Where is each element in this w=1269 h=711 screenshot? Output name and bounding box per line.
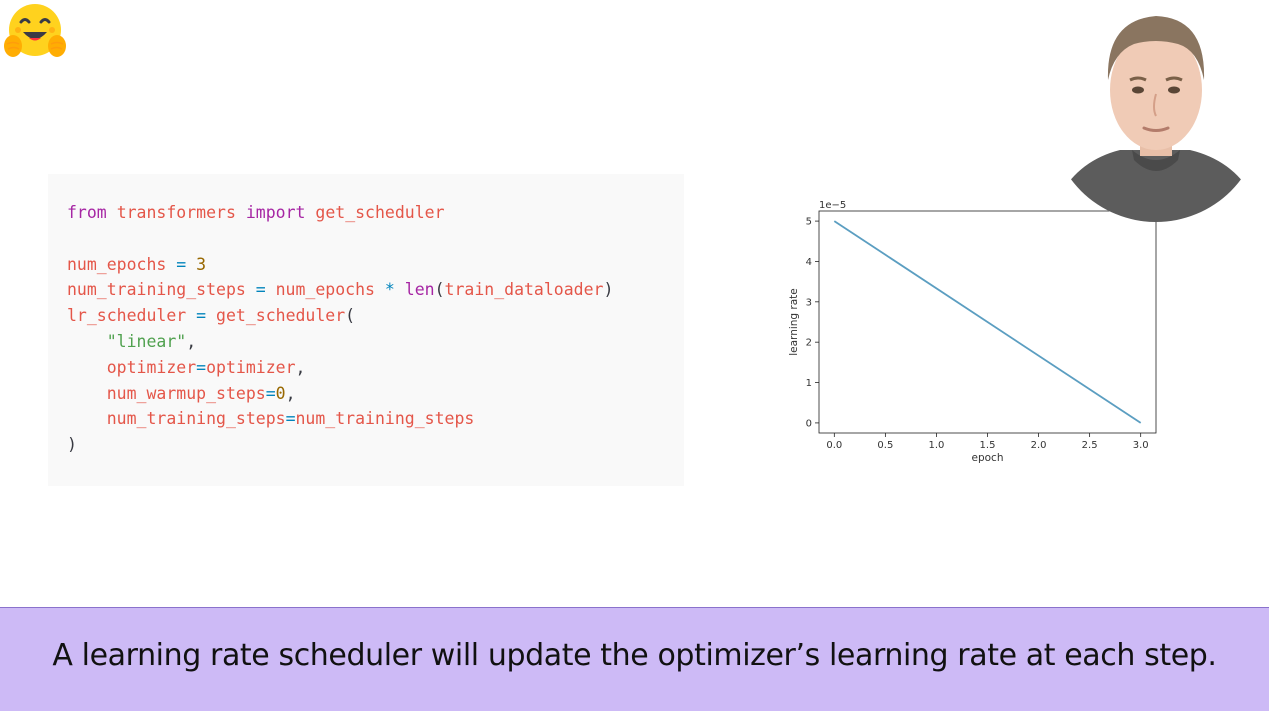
- y-tick-label: 4: [806, 257, 812, 268]
- caption-bar: A learning rate scheduler will update th…: [0, 607, 1269, 711]
- code-token: =: [196, 306, 207, 326]
- x-tick-label: 1.5: [980, 440, 996, 451]
- code-line: lr_scheduler = get_scheduler(: [67, 303, 613, 329]
- y-tick-label: 3: [806, 297, 812, 308]
- presenter-webcam: [1060, 10, 1252, 222]
- x-tick-label: 1.0: [928, 440, 944, 451]
- code-token: 0: [275, 383, 286, 403]
- chart-series: [833, 220, 1142, 424]
- code-token: ,: [186, 331, 197, 351]
- x-ticks: 0.0 0.5 1.0 1.5 2.0 2.5 3.0: [826, 433, 1149, 451]
- y-scale-label: 1e−5: [819, 200, 846, 211]
- code-token: from: [67, 203, 107, 222]
- code-token: 3: [196, 254, 207, 274]
- code-token: transformers: [116, 203, 236, 222]
- code-token: =: [196, 357, 207, 377]
- y-tick-label: 5: [806, 217, 812, 228]
- y-tick-label: 0: [806, 418, 812, 429]
- code-token: ,: [295, 357, 306, 377]
- code-token: =: [255, 280, 266, 300]
- y-ticks: 0 1 2 3 4 5: [806, 217, 819, 429]
- y-tick-label: 1: [806, 378, 812, 389]
- x-tick-label: 2.5: [1082, 440, 1098, 451]
- code-token: optimizer: [106, 357, 197, 377]
- code-token: ): [603, 280, 614, 300]
- caption-text: A learning rate scheduler will update th…: [52, 638, 1217, 673]
- x-tick-label: 0.5: [877, 440, 893, 451]
- code-line: num_training_steps = num_epochs * len(tr…: [67, 277, 613, 303]
- code-line: from transformers import get_scheduler: [67, 200, 613, 226]
- code-line: num_epochs = 3: [67, 252, 613, 278]
- learning-rate-chart: 0.0 0.5 1.0 1.5 2.0 2.5 3.0 012345 1e−5 epoch …: [788, 200, 1157, 464]
- code-token: "linear": [106, 331, 187, 351]
- x-tick-label: 3.0: [1133, 440, 1149, 451]
- code-line: num_warmup_steps=0,: [67, 381, 613, 407]
- code-token: (: [345, 306, 356, 326]
- series-line: [833, 220, 1142, 424]
- code-token: num_training_steps: [295, 409, 475, 429]
- code-line: ): [67, 432, 613, 458]
- x-axis-label: epoch: [972, 452, 1004, 464]
- code-token: lr_scheduler: [67, 306, 187, 326]
- code-token: num_warmup_steps: [106, 383, 266, 403]
- hugging-face-logo-icon: [4, 4, 66, 57]
- code-token: get_scheduler: [315, 203, 445, 222]
- x-tick-label: 2.0: [1031, 440, 1047, 451]
- code-token: ,: [285, 383, 296, 403]
- x-tick-label: 0.0: [826, 440, 842, 451]
- code-token: ): [67, 435, 77, 455]
- code-line: optimizer=optimizer,: [67, 355, 613, 381]
- code-line: num_training_steps=num_training_steps: [67, 406, 613, 432]
- code-token: import: [245, 203, 306, 222]
- code-token: num_epochs: [67, 254, 167, 274]
- y-axis-label: learning rate: [788, 288, 800, 356]
- code-panel: from transformers import get_schedulernu…: [48, 174, 684, 486]
- code-token: train_dataloader: [444, 280, 604, 300]
- code-token: =: [265, 383, 276, 403]
- code-token: num_training_steps: [67, 280, 246, 300]
- code-token: num_epochs: [275, 280, 375, 300]
- code-token: num_training_steps: [106, 409, 286, 429]
- code-token: get_scheduler: [216, 306, 346, 326]
- code-token: *: [384, 280, 395, 300]
- code-token: len: [404, 280, 435, 300]
- code-block: from transformers import get_schedulernu…: [67, 200, 613, 458]
- code-token: =: [285, 409, 296, 429]
- y-tick-label: 2: [806, 338, 812, 349]
- code-token: optimizer: [206, 357, 296, 377]
- code-token: (: [434, 280, 445, 300]
- code-line: "linear",: [67, 329, 613, 355]
- code-token: =: [176, 254, 187, 274]
